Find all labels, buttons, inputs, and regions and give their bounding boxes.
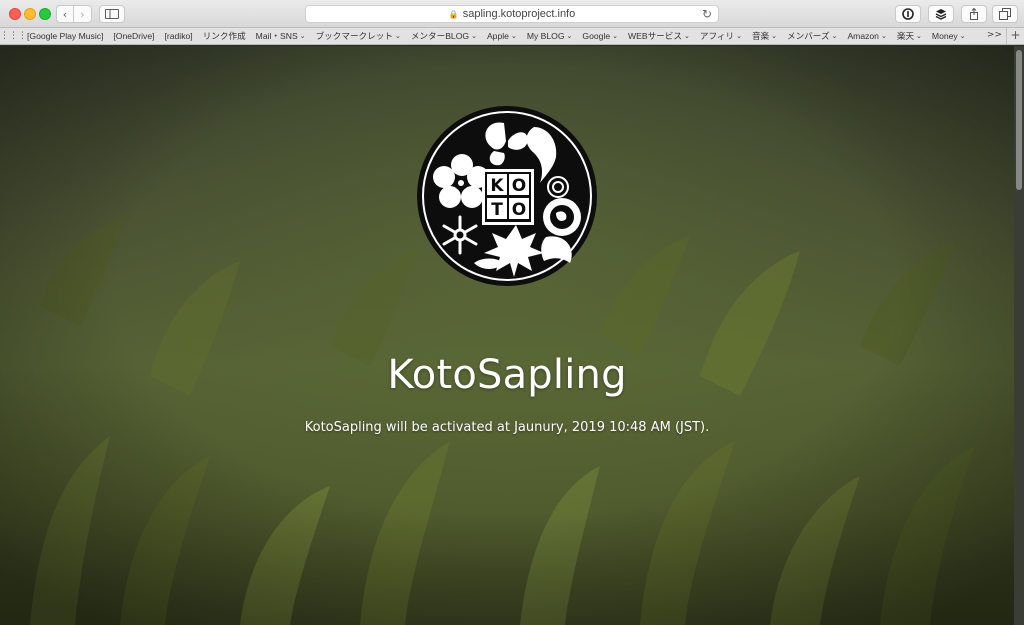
share-icon: [970, 8, 978, 20]
bookmark-label: Mail・SNS: [255, 31, 298, 41]
chevron-down-icon: ⌄: [612, 32, 619, 40]
layers-icon: [935, 9, 947, 20]
minimize-window-button[interactable]: [24, 8, 36, 20]
forward-button[interactable]: ›: [74, 5, 92, 23]
bookmark-label: Amazon: [847, 31, 879, 41]
chevron-down-icon: ⌄: [299, 32, 306, 40]
chevron-down-icon: ⌄: [510, 32, 517, 40]
chevron-down-icon: ⌄: [394, 32, 401, 40]
chevron-down-icon: ⌄: [916, 32, 922, 40]
logo-letter: O: [512, 176, 526, 196]
chevron-down-icon: ⌄: [471, 32, 477, 40]
logo-letter: O: [512, 200, 526, 220]
bookmark-folder[interactable]: WEBサービス ⌄: [623, 30, 695, 42]
koto-logo[interactable]: K O T O: [416, 105, 598, 287]
bookmark-folder[interactable]: アフィリ ⌄: [695, 30, 747, 42]
page-title: KotoSapling: [387, 352, 627, 398]
sidebar-toggle-button[interactable]: [99, 5, 125, 23]
bookmark-item[interactable]: [OneDrive]: [108, 31, 159, 41]
share-button[interactable]: [961, 5, 987, 23]
scrollbar-thumb[interactable]: [1016, 50, 1022, 190]
logo-letter: K: [490, 176, 504, 196]
bookmark-label: Money: [931, 31, 958, 41]
chevron-down-icon: ⌄: [566, 32, 573, 40]
bookmark-label: My BLOG: [526, 31, 565, 41]
chevron-left-icon: ‹: [62, 7, 68, 21]
bookmark-label: Google: [582, 31, 611, 41]
password-icon: [902, 8, 914, 20]
chevron-down-icon: ⌄: [683, 32, 690, 40]
bookmark-folder[interactable]: メンターBLOG ⌄: [406, 30, 482, 42]
history-nav: ‹ ›: [56, 5, 92, 23]
bookmark-item[interactable]: [Google Play Music]: [22, 31, 108, 41]
bookmark-label: [radiko]: [164, 31, 193, 41]
bookmark-item[interactable]: [radiko]: [160, 31, 198, 41]
grid-icon[interactable]: ⋮⋮⋮: [0, 31, 27, 41]
chevron-down-icon: ⌄: [959, 32, 966, 40]
zoom-window-button[interactable]: [39, 8, 51, 20]
bookmark-folder[interactable]: Mail・SNS ⌄: [251, 30, 311, 42]
logo-letter: T: [491, 200, 503, 220]
bookmark-folder[interactable]: メンバーズ ⌄: [782, 30, 842, 42]
bookmark-label: 音楽: [751, 31, 770, 41]
bookmark-label: 楽天: [896, 31, 915, 41]
page-content: K O T O KotoSapling KotoSapling will be …: [0, 46, 1014, 625]
close-window-button[interactable]: [9, 8, 21, 20]
bookmark-label: リンク作成: [202, 31, 246, 41]
bookmark-folder[interactable]: My BLOG ⌄: [522, 31, 578, 41]
bookmark-label: ブックマークレット: [315, 31, 393, 41]
bookmark-folder[interactable]: 楽天 ⌄: [892, 30, 927, 42]
bookmark-label: Apple: [486, 31, 509, 41]
chevron-right-icon: ›: [80, 7, 85, 21]
bookmark-folder[interactable]: Apple ⌄: [482, 31, 522, 41]
back-button[interactable]: ‹: [56, 5, 74, 23]
bookmark-label: [OneDrive]: [113, 31, 155, 41]
browser-toolbar: ‹ › 🔒 sapling.kotoproject.info ↻: [0, 0, 1024, 28]
chevron-down-icon: ⌄: [771, 32, 778, 40]
chevron-down-icon: ⌄: [880, 32, 887, 40]
lock-icon: 🔒: [448, 9, 459, 19]
bookmark-label: メンバーズ: [787, 31, 830, 41]
tabs-overview-button[interactable]: [992, 5, 1018, 23]
bookmark-folder[interactable]: Money ⌄: [927, 31, 971, 41]
bookmarks-bar: ⋮⋮⋮ [Google Play Music] [OneDrive] [radi…: [0, 28, 1024, 45]
bookmark-folder[interactable]: Google ⌄: [577, 31, 623, 41]
bookmark-label: アフィリ: [699, 31, 735, 41]
chevron-down-icon: ⌄: [736, 32, 742, 40]
layers-extension-button[interactable]: [928, 5, 954, 23]
sidebar-icon: [105, 9, 119, 19]
koto-letters-block: K O T O: [482, 169, 534, 225]
bookmark-label: メンターBLOG: [410, 31, 470, 41]
address-bar[interactable]: 🔒 sapling.kotoproject.info ↻: [305, 5, 719, 23]
tabs-icon: [999, 8, 1011, 20]
bookmark-label: [Google Play Music]: [27, 31, 104, 41]
bookmark-folder[interactable]: 音楽 ⌄: [747, 30, 782, 42]
bookmark-folder[interactable]: Amazon ⌄: [842, 31, 891, 41]
password-extension-button[interactable]: [895, 5, 921, 23]
reload-icon[interactable]: ↻: [702, 7, 712, 21]
bookmark-label: WEBサービス: [628, 31, 682, 41]
new-tab-button[interactable]: +: [1006, 28, 1024, 44]
activation-notice: KotoSapling will be activated at Jaunury…: [304, 420, 710, 435]
bookmark-folder[interactable]: ブックマークレット ⌄: [311, 30, 406, 42]
address-url: sapling.kotoproject.info: [462, 8, 576, 20]
bookmark-item[interactable]: リンク作成: [198, 30, 251, 42]
chevron-down-icon: ⌄: [831, 32, 838, 40]
morning-glory-icon: [543, 198, 581, 236]
more-bookmarks-icon[interactable]: >>: [987, 30, 1002, 40]
